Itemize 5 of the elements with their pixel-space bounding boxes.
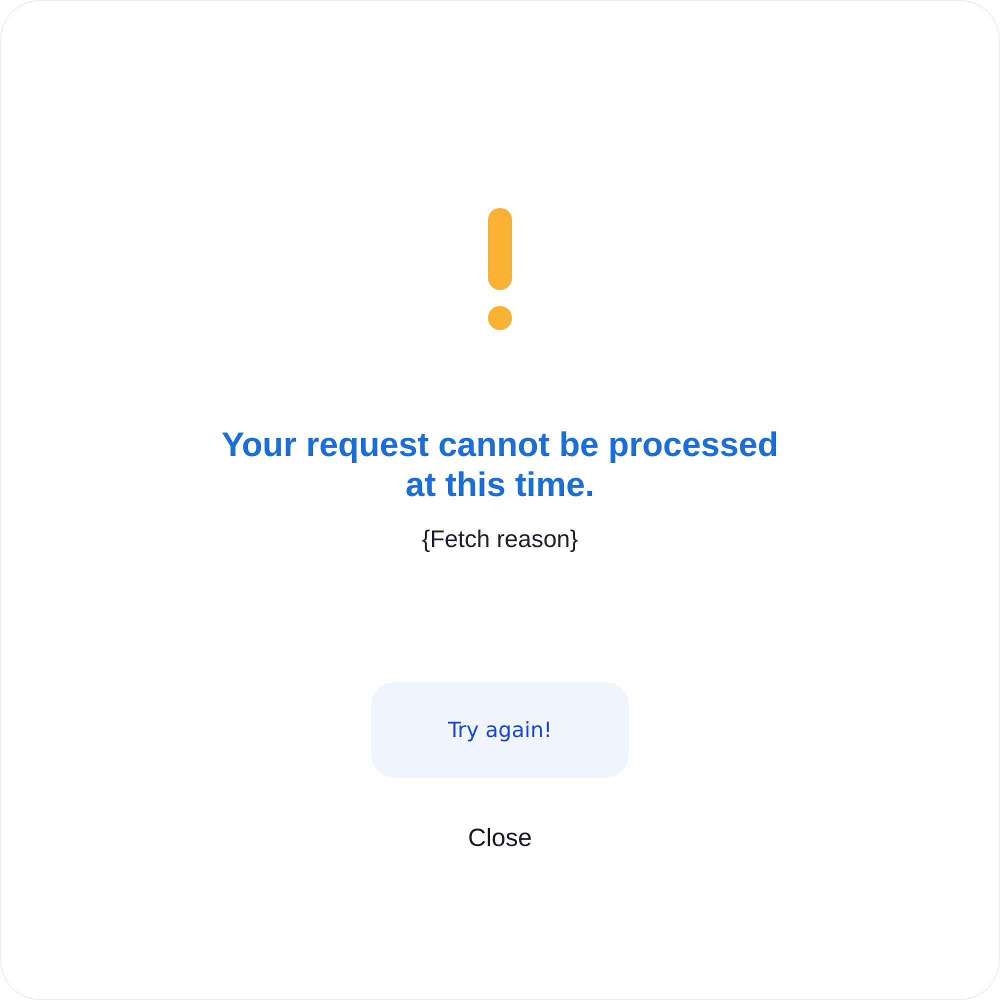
close-button[interactable]: Close bbox=[462, 821, 538, 855]
error-reason: {Fetch reason} bbox=[422, 525, 578, 555]
exclamation-icon bbox=[488, 208, 512, 330]
try-again-button[interactable]: Try again! bbox=[371, 682, 629, 778]
dialog-title: Your request cannot be processed at this time. bbox=[220, 425, 780, 505]
